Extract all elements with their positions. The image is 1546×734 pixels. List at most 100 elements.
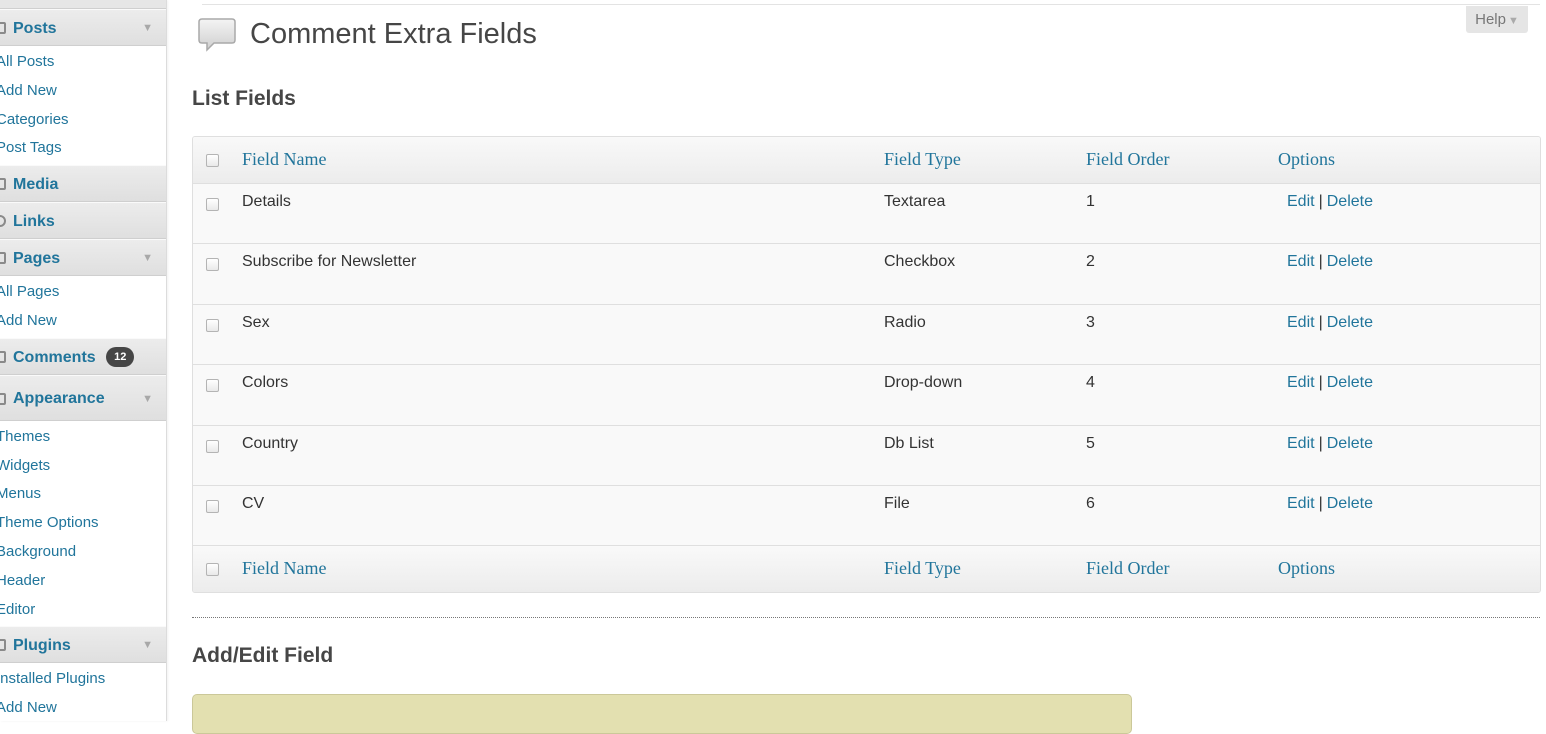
column-field-order[interactable]: Field Order <box>1086 149 1169 170</box>
field-name: Subscribe for Newsletter <box>242 253 417 271</box>
row-checkbox[interactable] <box>206 318 219 332</box>
delete-link[interactable]: Delete <box>1327 193 1373 210</box>
row-options: Edit | Delete <box>1287 495 1373 513</box>
menu-media-label: Media <box>13 176 59 194</box>
menu-appearance[interactable]: Appearance ▼ <box>0 374 166 422</box>
table-row: Subscribe for Newsletter Checkbox 2 Edit… <box>193 243 1540 304</box>
column-field-name[interactable]: Field Name <box>242 149 326 170</box>
submenu-appearance: Themes Widgets Menus Theme Options Backg… <box>0 420 166 627</box>
edit-link[interactable]: Edit <box>1287 193 1315 210</box>
sidebar-item-add-new-plugin[interactable]: Add New <box>0 694 166 721</box>
table-row: CV File 6 Edit | Delete <box>193 484 1540 546</box>
table-row: Sex Radio 3 Edit | Delete <box>193 303 1540 365</box>
column-field-type[interactable]: Field Type <box>884 149 961 170</box>
row-options: Edit | Delete <box>1287 374 1373 392</box>
sidebar-item-all-posts[interactable]: All Posts <box>0 48 166 77</box>
field-name: Country <box>242 434 299 452</box>
sidebar-item-categories[interactable]: Categories <box>0 106 166 135</box>
delete-link[interactable]: Delete <box>1327 314 1373 331</box>
sidebar-item-installed-plugins[interactable]: Installed Plugins <box>0 665 166 694</box>
options-separator: | <box>1318 374 1323 392</box>
sidebar-item-widgets[interactable]: Widgets <box>0 452 166 481</box>
options-separator: | <box>1318 494 1323 512</box>
table-row: Country Db List 5 Edit | Delete <box>193 424 1540 485</box>
row-checkbox[interactable] <box>206 499 219 513</box>
column-options[interactable]: Options <box>1278 149 1335 170</box>
menu-media[interactable]: Media <box>0 165 166 203</box>
chevron-down-icon[interactable]: ▼ <box>142 10 153 47</box>
menu-comments[interactable]: Comments 12 <box>0 337 166 375</box>
edit-link[interactable]: Edit <box>1287 374 1315 391</box>
select-all-checkbox[interactable] <box>206 154 219 167</box>
chevron-down-icon[interactable]: ▼ <box>142 376 153 422</box>
sidebar-item-editor[interactable]: Editor <box>0 596 166 625</box>
edit-link[interactable]: Edit <box>1287 435 1315 452</box>
appearance-icon <box>0 392 6 405</box>
edit-link[interactable]: Edit <box>1287 495 1315 512</box>
comment-bubble-icon <box>198 18 236 52</box>
plug-icon <box>0 639 6 652</box>
row-options: Edit | Delete <box>1287 193 1373 211</box>
comments-icon <box>0 350 6 363</box>
menu-plugins[interactable]: Plugins ▼ <box>0 626 166 664</box>
menu-links[interactable]: Links <box>0 202 166 240</box>
chevron-down-icon[interactable]: ▼ <box>142 627 153 664</box>
delete-link[interactable]: Delete <box>1327 374 1373 391</box>
field-type: Radio <box>884 313 926 331</box>
edit-link[interactable]: Edit <box>1287 253 1315 270</box>
column-field-type[interactable]: Field Type <box>884 558 961 579</box>
table-row: Details Textarea 1 Edit | Delete <box>193 184 1540 244</box>
options-separator: | <box>1318 313 1323 331</box>
menu-links-label: Links <box>13 213 55 231</box>
sidebar-top-edge <box>0 0 166 9</box>
edit-link[interactable]: Edit <box>1287 314 1315 331</box>
help-label: Help <box>1475 11 1506 28</box>
column-field-order[interactable]: Field Order <box>1086 558 1169 579</box>
chevron-down-icon: ▼ <box>1507 15 1519 27</box>
options-separator: | <box>1318 253 1323 271</box>
table-body: Details Textarea 1 Edit | Delete Subscribe… <box>193 184 1540 546</box>
submenu-posts: All Posts Add New Categories Post Tags <box>0 46 166 166</box>
menu-posts[interactable]: Posts ▼ <box>0 9 166 46</box>
help-button[interactable]: Help ▼ <box>1466 6 1528 33</box>
field-type: Db List <box>884 434 934 452</box>
section-divider <box>192 617 1540 618</box>
row-checkbox[interactable] <box>206 379 219 393</box>
delete-link[interactable]: Delete <box>1327 495 1373 512</box>
field-name: Details <box>242 193 291 210</box>
select-all-checkbox[interactable] <box>206 563 219 577</box>
options-separator: | <box>1318 434 1323 452</box>
field-order: 1 <box>1086 193 1095 210</box>
column-field-name[interactable]: Field Name <box>242 558 326 579</box>
row-checkbox[interactable] <box>206 439 219 453</box>
menu-pages[interactable]: Pages ▼ <box>0 239 166 277</box>
sidebar-item-menus[interactable]: Menus <box>0 480 166 509</box>
comment-count-badge: 12 <box>106 346 135 367</box>
chevron-down-icon[interactable]: ▼ <box>142 240 153 277</box>
field-name: Sex <box>242 313 270 331</box>
sidebar-item-themes[interactable]: Themes <box>0 423 166 452</box>
menu-plugins-label: Plugins <box>13 637 71 655</box>
field-name: CV <box>242 494 265 512</box>
page-title: Comment Extra Fields <box>250 18 537 50</box>
menu-pages-label: Pages <box>13 250 61 268</box>
delete-link[interactable]: Delete <box>1327 253 1373 270</box>
table-row: Colors Drop-down 4 Edit | Delete <box>193 364 1540 425</box>
row-checkbox[interactable] <box>206 258 219 272</box>
table-header: Field Name Field Type Field Order Option… <box>193 137 1540 184</box>
submenu-pages: All Pages Add New <box>0 276 166 338</box>
sidebar-item-all-pages[interactable]: All Pages <box>0 278 166 307</box>
delete-link[interactable]: Delete <box>1327 435 1373 452</box>
row-options: Edit | Delete <box>1287 435 1373 453</box>
sidebar-item-add-new-page[interactable]: Add New <box>0 307 166 336</box>
sidebar-item-add-new-post[interactable]: Add New <box>0 77 166 106</box>
sidebar-item-header[interactable]: Header <box>0 567 166 596</box>
sidebar-item-background[interactable]: Background <box>0 538 166 567</box>
menu-posts-label: Posts <box>13 20 57 37</box>
sidebar-item-theme-options[interactable]: Theme Options <box>0 509 166 538</box>
column-options[interactable]: Options <box>1278 558 1335 579</box>
row-checkbox[interactable] <box>206 198 219 211</box>
submenu-plugins: Installed Plugins Add New <box>0 663 166 721</box>
sidebar-item-post-tags[interactable]: Post Tags <box>0 134 166 163</box>
list-fields-heading: List Fields <box>192 87 296 110</box>
